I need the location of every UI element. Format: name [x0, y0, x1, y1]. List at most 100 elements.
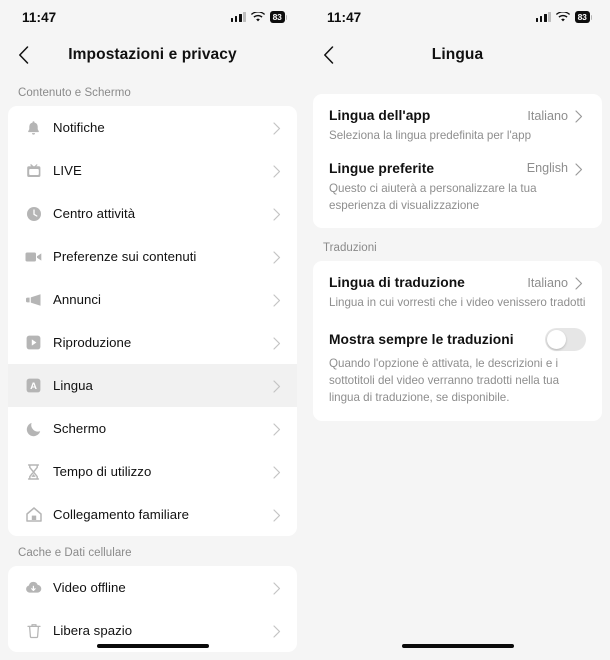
chevron-right-icon — [273, 509, 284, 522]
settings-list: Contenuto e Schermo Notifiche LIVE Centr… — [0, 76, 305, 652]
status-bar-right: 11:47 83 — [305, 0, 610, 34]
moon-icon — [24, 419, 43, 438]
sidebar-item-preferenze-contenuti[interactable]: Preferenze sui contenuti — [8, 235, 297, 278]
setting-control: Italiano — [527, 109, 586, 123]
setting-description: Lingua in cui vorresti che i video venis… — [329, 296, 586, 310]
cellular-signal-icon — [535, 12, 551, 22]
back-chevron-icon[interactable] — [315, 42, 341, 68]
left-phone-screen: 11:47 83 Impostazioni e privacy Contenut… — [0, 0, 305, 660]
dual-screenshot-container: 11:47 83 Impostazioni e privacy Contenut… — [0, 0, 610, 660]
chevron-right-icon — [273, 208, 284, 221]
status-indicators: 83 — [230, 11, 287, 23]
chevron-right-icon — [273, 337, 284, 350]
sidebar-item-label: Centro attività — [53, 206, 136, 221]
settings-card-cache: Video offline Libera spazio — [8, 566, 297, 652]
chevron-right-icon — [273, 380, 284, 393]
setting-lingua-di-traduzione: Lingua di traduzione Italiano Lingua in … — [329, 261, 586, 326]
setting-value: Italiano — [527, 275, 568, 290]
setting-title: Mostra sempre le traduzioni — [329, 332, 514, 348]
setting-row-header: Mostra sempre le traduzioni — [329, 328, 586, 352]
sidebar-item-riproduzione[interactable]: Riproduzione — [8, 321, 297, 364]
always-show-translations-toggle[interactable] — [545, 328, 586, 352]
sidebar-item-video-offline[interactable]: Video offline — [8, 566, 297, 609]
setting-control: Italiano — [527, 276, 586, 290]
status-indicators: 83 — [535, 11, 592, 23]
sidebar-item-centro-attivita[interactable]: Centro attività — [8, 192, 297, 235]
sidebar-item-label: Lingua — [53, 378, 93, 393]
setting-title: Lingue preferite — [329, 160, 435, 176]
svg-text:A: A — [30, 381, 37, 392]
trash-icon — [24, 621, 43, 640]
section-header-cache: Cache e Dati cellulare — [18, 547, 132, 559]
setting-mostra-sempre-traduzioni: Mostra sempre le traduzioni Quando l'opz… — [329, 326, 586, 420]
sidebar-item-tempo-utilizzo[interactable]: Tempo di utilizzo — [8, 450, 297, 493]
home-indicator-left — [96, 644, 209, 648]
sidebar-item-label: Schermo — [53, 421, 107, 436]
sidebar-item-lingua[interactable]: A Lingua — [8, 364, 297, 407]
chevron-right-icon — [273, 294, 284, 307]
wifi-icon — [555, 11, 570, 23]
sidebar-item-label: Video offline — [53, 580, 126, 595]
chevron-right-icon — [575, 110, 586, 123]
setting-value: English — [526, 161, 568, 176]
right-phone-screen: 11:47 83 Lingua Lingua dell'app Italiano… — [305, 0, 610, 660]
sidebar-item-notifiche[interactable]: Notifiche — [8, 106, 297, 149]
battery-level: 83 — [269, 11, 285, 23]
clock-icon — [24, 204, 43, 223]
house-icon — [24, 505, 43, 524]
play-icon — [24, 333, 43, 352]
chevron-right-icon — [273, 122, 284, 135]
setting-row-header[interactable]: Lingua di traduzione Italiano — [329, 275, 586, 290]
chevron-right-icon — [273, 165, 284, 178]
page-title: Lingua — [431, 46, 484, 63]
setting-row-header[interactable]: Lingue preferite English — [329, 161, 586, 176]
status-time: 11:47 — [327, 9, 362, 25]
battery-level: 83 — [574, 11, 590, 23]
nav-bar-left: Impostazioni e privacy — [0, 34, 305, 76]
language-settings-card: Lingua dell'app Italiano Seleziona la li… — [313, 94, 602, 229]
nav-bar-right: Lingua — [305, 34, 610, 76]
hourglass-icon — [24, 462, 43, 481]
sidebar-item-label: Libera spazio — [53, 623, 133, 638]
sidebar-item-label: Riproduzione — [53, 335, 132, 350]
chevron-right-icon — [273, 466, 284, 479]
cloud-download-icon — [24, 578, 43, 597]
setting-control: English — [526, 161, 586, 176]
home-indicator-right — [401, 644, 514, 648]
sidebar-item-live[interactable]: LIVE — [8, 149, 297, 192]
setting-lingua-dell-app: Lingua dell'app Italiano Seleziona la li… — [329, 94, 586, 159]
setting-control — [545, 328, 586, 352]
wifi-icon — [250, 11, 265, 23]
sidebar-item-label: Annunci — [53, 292, 102, 307]
page-title: Impostazioni e privacy — [68, 46, 237, 63]
chevron-right-icon — [273, 251, 284, 264]
sidebar-item-label: Tempo di utilizzo — [53, 464, 152, 479]
setting-title: Lingua di traduzione — [329, 275, 465, 291]
bell-icon — [24, 118, 43, 137]
sidebar-item-label: Collegamento familiare — [53, 507, 189, 522]
translation-settings-card: Lingua di traduzione Italiano Lingua in … — [313, 261, 602, 421]
settings-card-contenuto: Notifiche LIVE Centro attività Preferenz… — [8, 106, 297, 536]
setting-description: Quando l'opzione è attivata, le descrizi… — [329, 357, 560, 404]
setting-value: Italiano — [527, 108, 568, 123]
setting-title: Lingua dell'app — [329, 108, 431, 123]
toggle-knob — [547, 330, 566, 350]
sidebar-item-annunci[interactable]: Annunci — [8, 278, 297, 321]
sidebar-item-schermo[interactable]: Schermo — [8, 407, 297, 450]
setting-row-header[interactable]: Lingua dell'app Italiano — [329, 108, 586, 123]
section-header-contenuto: Contenuto e Schermo — [18, 87, 131, 99]
chevron-right-icon — [273, 423, 284, 436]
battery-icon: 83 — [574, 11, 592, 23]
setting-lingue-preferite: Lingue preferite English Questo ci aiute… — [329, 159, 586, 229]
setting-description: Questo ci aiuterà a personalizzare la tu… — [329, 181, 537, 212]
chevron-right-icon — [273, 625, 284, 638]
cellular-signal-icon — [230, 12, 246, 22]
sidebar-item-collegamento-familiare[interactable]: Collegamento familiare — [8, 493, 297, 536]
setting-description: Seleziona la lingua predefinita per l'ap… — [329, 129, 532, 142]
chevron-right-icon — [575, 277, 586, 290]
chevron-right-icon — [273, 582, 284, 595]
back-chevron-icon[interactable] — [10, 42, 36, 68]
letter-a-icon: A — [24, 376, 43, 395]
video-camera-icon — [24, 247, 43, 266]
status-bar-left: 11:47 83 — [0, 0, 305, 34]
